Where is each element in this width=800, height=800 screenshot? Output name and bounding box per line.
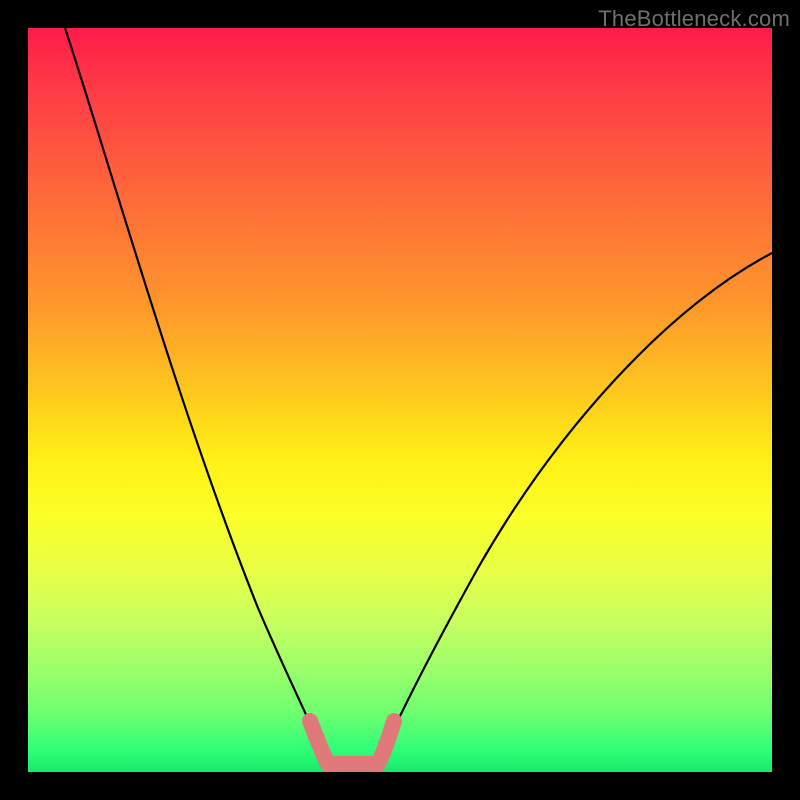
plot-area [28, 28, 772, 772]
chart-frame: TheBottleneck.com [0, 0, 800, 800]
left-bottleneck-curve [65, 28, 328, 763]
optimal-zone-marker [310, 721, 394, 764]
curve-layer [28, 28, 772, 772]
right-bottleneck-curve [378, 253, 772, 763]
